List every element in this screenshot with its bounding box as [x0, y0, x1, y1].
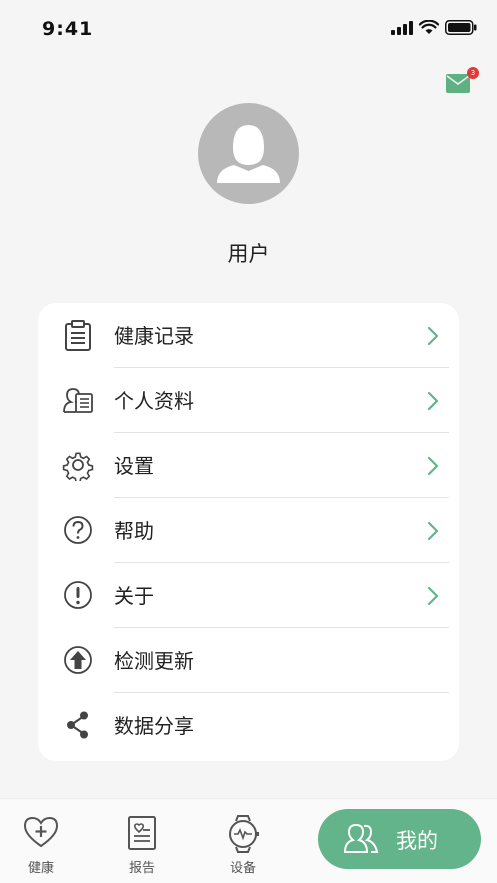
- heart-plus-icon: [23, 816, 59, 848]
- people-icon: [343, 823, 379, 853]
- tab-mine[interactable]: 我的: [318, 809, 481, 869]
- menu-item-profile[interactable]: 个人资料: [38, 368, 459, 433]
- tab-label: 我的: [396, 829, 438, 853]
- tab-device[interactable]: 设备: [198, 799, 288, 883]
- share-icon: [67, 711, 88, 739]
- menu-item-label: 帮助: [114, 519, 154, 543]
- battery-icon: [445, 20, 477, 35]
- menu-item-label: 数据分享: [114, 714, 194, 738]
- menu-item-label: 检测更新: [114, 649, 194, 673]
- chevron-right-icon: [427, 521, 439, 541]
- tab-label: 报告: [128, 861, 155, 876]
- status-icons: [391, 20, 477, 35]
- menu-item-label: 个人资料: [114, 389, 194, 413]
- status-time: 9:41: [42, 18, 94, 40]
- chevron-right-icon: [427, 456, 439, 476]
- status-bar: 9:41: [0, 0, 497, 60]
- menu-item-about[interactable]: 关于: [38, 563, 459, 628]
- watch-icon: [229, 815, 259, 853]
- menu-item-data-share[interactable]: 数据分享: [38, 693, 459, 758]
- exclamation-icon: [64, 581, 92, 609]
- menu-item-help[interactable]: 帮助: [38, 498, 459, 563]
- upload-arrow-icon: [64, 646, 92, 674]
- tab-bar: 健康 报告 设备 我的: [0, 798, 497, 883]
- chevron-right-icon: [427, 391, 439, 411]
- menu-item-health-records[interactable]: 健康记录: [38, 303, 459, 368]
- gear-icon: [62, 452, 94, 481]
- chevron-right-icon: [427, 326, 439, 346]
- menu-item-label: 健康记录: [114, 324, 194, 348]
- profile-card-icon: [63, 388, 93, 413]
- signal-icon: [391, 20, 413, 35]
- avatar[interactable]: [198, 103, 299, 204]
- report-icon: [128, 816, 156, 850]
- tab-report[interactable]: 报告: [97, 799, 187, 883]
- menu-item-settings[interactable]: 设置: [38, 433, 459, 498]
- menu-item-label: 关于: [114, 584, 154, 608]
- mail-badge: 3: [467, 67, 479, 79]
- wifi-icon: [419, 20, 439, 34]
- menu-item-check-update[interactable]: 检测更新: [38, 628, 459, 693]
- username: 用户: [227, 242, 270, 266]
- chevron-right-icon: [427, 586, 439, 606]
- tab-health[interactable]: 健康: [0, 799, 86, 883]
- tab-label: 健康: [27, 861, 54, 876]
- clipboard-icon: [65, 320, 91, 351]
- menu-item-label: 设置: [114, 454, 154, 478]
- person-icon: [217, 125, 280, 183]
- menu-card: 健康记录 个人资料 设置 帮助 关于 检测更新 数据分享: [38, 303, 459, 761]
- mail-button[interactable]: 3: [446, 67, 479, 94]
- question-icon: [64, 516, 92, 544]
- tab-label: 设备: [229, 861, 256, 876]
